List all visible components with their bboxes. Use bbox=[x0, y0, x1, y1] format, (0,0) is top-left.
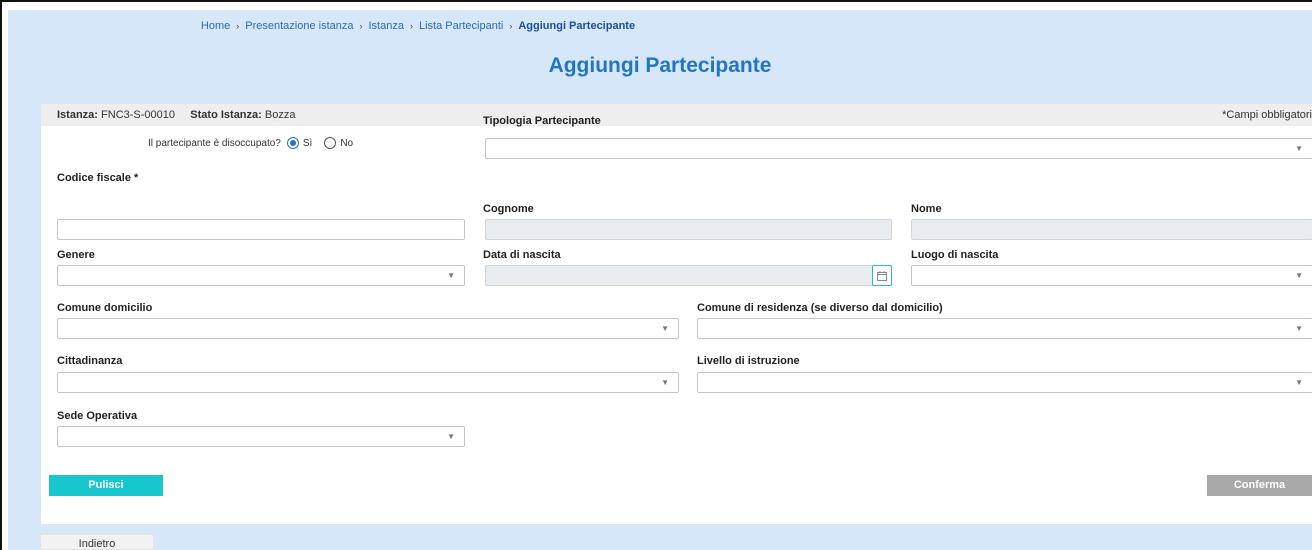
data-nascita-input bbox=[485, 265, 892, 286]
cognome-input bbox=[485, 219, 892, 240]
luogo-nascita-label: Luogo di nascita bbox=[911, 249, 999, 261]
istanza-label: Istanza: bbox=[57, 109, 98, 121]
calendar-button[interactable] bbox=[872, 265, 892, 286]
luogo-nascita-select[interactable]: ▼ bbox=[911, 265, 1312, 286]
breadcrumb-lista-partecipanti[interactable]: Lista Partecipanti bbox=[419, 20, 503, 32]
radio-si-label: Sì bbox=[302, 137, 313, 149]
breadcrumb-presentazione-istanza[interactable]: Presentazione istanza bbox=[245, 20, 353, 32]
livello-istruzione-label: Livello di istruzione bbox=[697, 355, 800, 367]
istanza-value: FNC3-S-00010 bbox=[101, 109, 176, 121]
window-border bbox=[0, 0, 1312, 2]
indietro-button[interactable]: Indietro bbox=[40, 534, 154, 550]
cittadinanza-label: Cittadinanza bbox=[57, 355, 123, 367]
page-background: Home › Presentazione istanza › Istanza › Lista… bbox=[8, 10, 1312, 550]
stato-istanza-label: Stato Istanza: bbox=[190, 109, 262, 121]
radio-no[interactable] bbox=[324, 137, 337, 149]
breadcrumb-istanza[interactable]: Istanza bbox=[368, 20, 403, 32]
chevron-down-icon: ▼ bbox=[1295, 378, 1303, 387]
breadcrumb-separator: › bbox=[359, 21, 363, 31]
istanza-info: Istanza: FNC3-S-00010 Stato Istanza: Boz… bbox=[57, 109, 295, 121]
data-nascita-label: Data di nascita bbox=[483, 249, 561, 261]
pulisci-button[interactable]: Pulisci bbox=[49, 475, 163, 496]
sede-operativa-select[interactable]: ▼ bbox=[57, 426, 465, 447]
genere-label: Genere bbox=[57, 249, 95, 261]
breadcrumb-separator: › bbox=[236, 21, 240, 31]
comune-residenza-label: Comune di residenza (se diverso dal domi… bbox=[697, 302, 943, 314]
page-title: Aggiungi Partecipante bbox=[548, 54, 772, 77]
codice-fiscale-label: Codice fiscale * bbox=[57, 172, 139, 184]
chevron-down-icon: ▼ bbox=[1295, 271, 1303, 280]
breadcrumb-separator: › bbox=[509, 21, 513, 31]
breadcrumb-home[interactable]: Home bbox=[201, 20, 230, 32]
comune-domicilio-select[interactable]: ▼ bbox=[57, 318, 679, 339]
cittadinanza-select[interactable]: ▼ bbox=[57, 372, 679, 393]
breadcrumb-current: Aggiungi Partecipante bbox=[518, 20, 636, 32]
comune-residenza-select[interactable]: ▼ bbox=[697, 318, 1312, 339]
chevron-down-icon: ▼ bbox=[447, 271, 455, 280]
livello-istruzione-select[interactable]: ▼ bbox=[697, 372, 1312, 393]
chevron-down-icon: ▼ bbox=[661, 324, 669, 333]
conferma-button[interactable]: Conferma bbox=[1207, 475, 1312, 496]
nome-label: Nome bbox=[911, 203, 942, 215]
disoccupato-radio-group: Il partecipante è disoccupato? Sì No bbox=[148, 137, 353, 149]
chevron-down-icon: ▼ bbox=[447, 432, 455, 441]
breadcrumb: Home › Presentazione istanza › Istanza › Lista… bbox=[8, 20, 828, 32]
info-bar: Istanza: FNC3-S-00010 Stato Istanza: Boz… bbox=[41, 104, 1312, 126]
calendar-icon bbox=[877, 270, 887, 281]
required-fields-note: *Campi obbligatori bbox=[1222, 109, 1312, 121]
chevron-down-icon: ▼ bbox=[1295, 324, 1303, 333]
sede-operativa-label: Sede Operativa bbox=[57, 410, 138, 422]
breadcrumb-separator: › bbox=[409, 21, 413, 31]
cognome-label: Cognome bbox=[483, 203, 534, 215]
chevron-down-icon: ▼ bbox=[1295, 144, 1303, 153]
stato-istanza-value: Bozza bbox=[264, 109, 296, 121]
window-border bbox=[0, 0, 2, 550]
radio-si[interactable] bbox=[286, 137, 299, 149]
radio-no-label: No bbox=[340, 137, 354, 149]
codice-fiscale-input[interactable] bbox=[57, 219, 465, 240]
genere-select[interactable]: ▼ bbox=[57, 265, 465, 286]
form-card: Istanza: FNC3-S-00010 Stato Istanza: Boz… bbox=[41, 104, 1312, 524]
tipologia-partecipante-select[interactable]: ▼ bbox=[485, 138, 1312, 159]
window-frame: Home › Presentazione istanza › Istanza › Lista… bbox=[0, 0, 1312, 550]
chevron-down-icon: ▼ bbox=[661, 378, 669, 387]
comune-domicilio-label: Comune domicilio bbox=[57, 302, 153, 314]
nome-input bbox=[911, 219, 1312, 240]
tipologia-partecipante-label: Tipologia Partecipante bbox=[483, 115, 601, 127]
disoccupato-question: Il partecipante è disoccupato? bbox=[148, 137, 281, 149]
